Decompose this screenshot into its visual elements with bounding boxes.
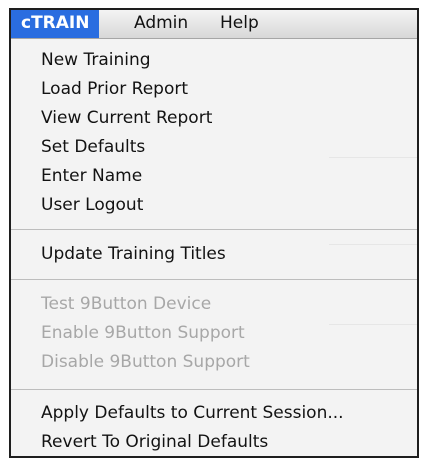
background-ghost-line xyxy=(329,244,417,245)
menu-item-enter-name[interactable]: Enter Name xyxy=(41,163,142,189)
menu-item-enable-9button-support: Enable 9Button Support xyxy=(41,323,245,343)
menu-item-load-prior-report[interactable]: Load Prior Report xyxy=(41,76,188,102)
menu-separator xyxy=(11,229,417,230)
menu-ctrain[interactable]: cTRAIN xyxy=(11,10,100,38)
menu-bar: cTRAIN Admin Help xyxy=(11,10,417,39)
menu-item-update-training-titles[interactable]: Update Training Titles xyxy=(41,241,226,267)
background-ghost-line xyxy=(329,157,417,158)
menu-item-view-current-report[interactable]: View Current Report xyxy=(41,105,212,131)
menu-item-apply-defaults-to-session[interactable]: Apply Defaults to Current Session... xyxy=(41,400,344,426)
menu-item-test-9button-device: Test 9Button Device xyxy=(41,294,212,314)
background-ghost-line xyxy=(329,324,417,325)
menu-item-user-logout[interactable]: User Logout xyxy=(41,192,143,218)
menu-admin[interactable]: Admin xyxy=(134,10,188,38)
menu-help[interactable]: Help xyxy=(220,10,259,38)
menu-separator xyxy=(11,279,417,280)
menu-item-revert-to-original-defaults[interactable]: Revert To Original Defaults xyxy=(41,429,268,455)
app-window: cTRAIN Admin Help New Training Load Prio… xyxy=(9,8,419,458)
menu-separator xyxy=(11,389,417,390)
menu-item-disable-9button-support: Disable 9Button Support xyxy=(41,352,250,372)
menu-item-set-defaults[interactable]: Set Defaults xyxy=(41,134,145,160)
menu-item-new-training[interactable]: New Training xyxy=(41,47,151,73)
ctrain-dropdown-menu: New Training Load Prior Report View Curr… xyxy=(11,39,417,456)
